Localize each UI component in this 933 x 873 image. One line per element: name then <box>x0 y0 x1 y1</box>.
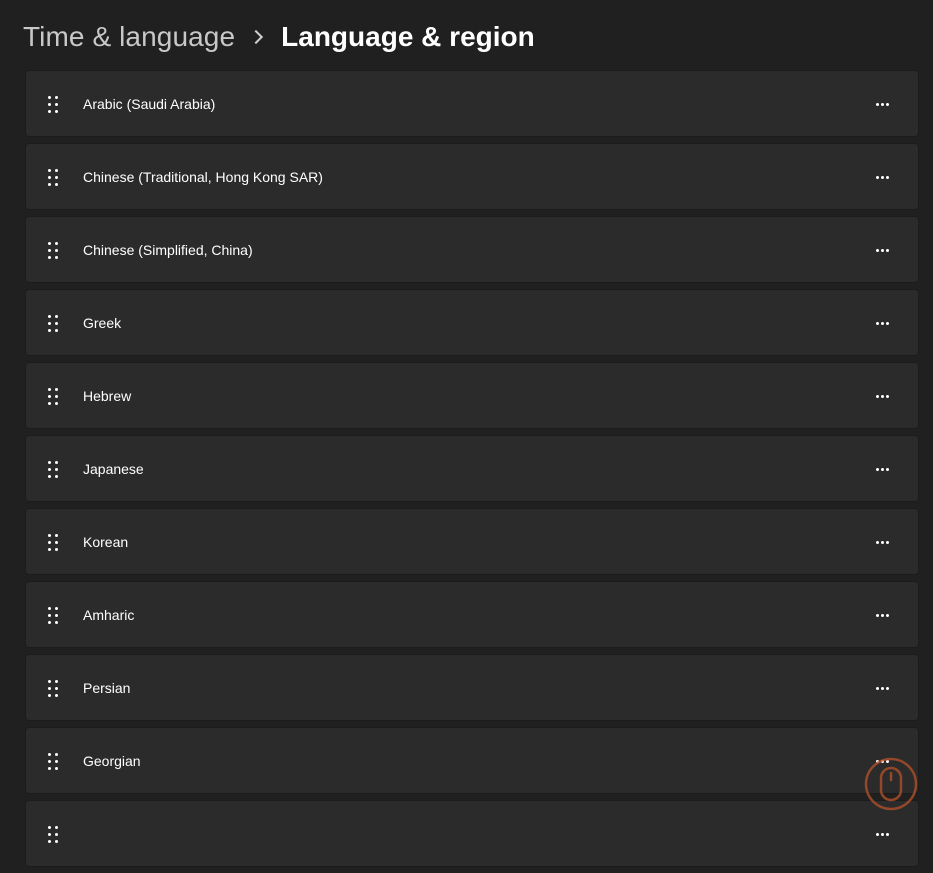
drag-handle-icon[interactable] <box>48 461 60 478</box>
drag-handle-icon[interactable] <box>48 753 60 770</box>
drag-handle-icon[interactable] <box>48 607 60 624</box>
language-row-korean[interactable]: Korean <box>25 508 919 575</box>
more-options-icon[interactable] <box>868 458 896 480</box>
language-label: Hebrew <box>83 388 132 404</box>
language-label: Chinese (Simplified, China) <box>83 242 253 258</box>
language-label: Korean <box>83 534 129 550</box>
language-row-georgian[interactable]: Georgian <box>25 727 919 794</box>
language-label: Amharic <box>83 607 135 623</box>
drag-handle-icon[interactable] <box>48 534 60 551</box>
drag-handle-icon[interactable] <box>48 680 60 697</box>
language-label: Greek <box>83 315 122 331</box>
more-options-icon[interactable] <box>868 239 896 261</box>
preferred-languages-list: Arabic (Saudi Arabia) Chinese (Tradition… <box>25 70 919 873</box>
drag-handle-icon[interactable] <box>48 169 60 186</box>
chevron-right-icon <box>249 29 264 45</box>
more-options-icon[interactable] <box>868 531 896 553</box>
language-row-greek[interactable]: Greek <box>25 289 919 356</box>
language-row-japanese[interactable]: Japanese <box>25 435 919 502</box>
more-options-icon[interactable] <box>868 604 896 626</box>
page-title: Language & region <box>281 21 535 52</box>
language-row-chinese-simplified[interactable]: Chinese (Simplified, China) <box>25 216 919 283</box>
language-row-persian[interactable]: Persian <box>25 654 919 721</box>
more-options-icon[interactable] <box>868 93 896 115</box>
more-options-icon[interactable] <box>868 677 896 699</box>
language-label: Persian <box>83 680 131 696</box>
drag-handle-icon[interactable] <box>48 315 60 332</box>
language-row-partial[interactable] <box>25 800 919 867</box>
drag-handle-icon[interactable] <box>48 96 60 113</box>
more-options-icon[interactable] <box>868 823 896 845</box>
more-options-icon[interactable] <box>868 385 896 407</box>
more-options-icon[interactable] <box>868 166 896 188</box>
drag-handle-icon[interactable] <box>48 388 60 405</box>
language-row-hebrew[interactable]: Hebrew <box>25 362 919 429</box>
breadcrumb-parent-link[interactable]: Time & language <box>23 21 235 53</box>
language-label: Georgian <box>83 753 141 769</box>
language-row-arabic[interactable]: Arabic (Saudi Arabia) <box>25 70 919 137</box>
language-label: Japanese <box>83 461 144 477</box>
mouse-watermark-icon <box>864 757 918 811</box>
drag-handle-icon[interactable] <box>48 242 60 259</box>
more-options-icon[interactable] <box>868 312 896 334</box>
language-row-amharic[interactable]: Amharic <box>25 581 919 648</box>
language-label: Arabic (Saudi Arabia) <box>83 96 216 112</box>
language-row-chinese-traditional-hk[interactable]: Chinese (Traditional, Hong Kong SAR) <box>25 143 919 210</box>
breadcrumb: Time & language Language & region <box>23 19 535 55</box>
language-label: Chinese (Traditional, Hong Kong SAR) <box>83 169 323 185</box>
